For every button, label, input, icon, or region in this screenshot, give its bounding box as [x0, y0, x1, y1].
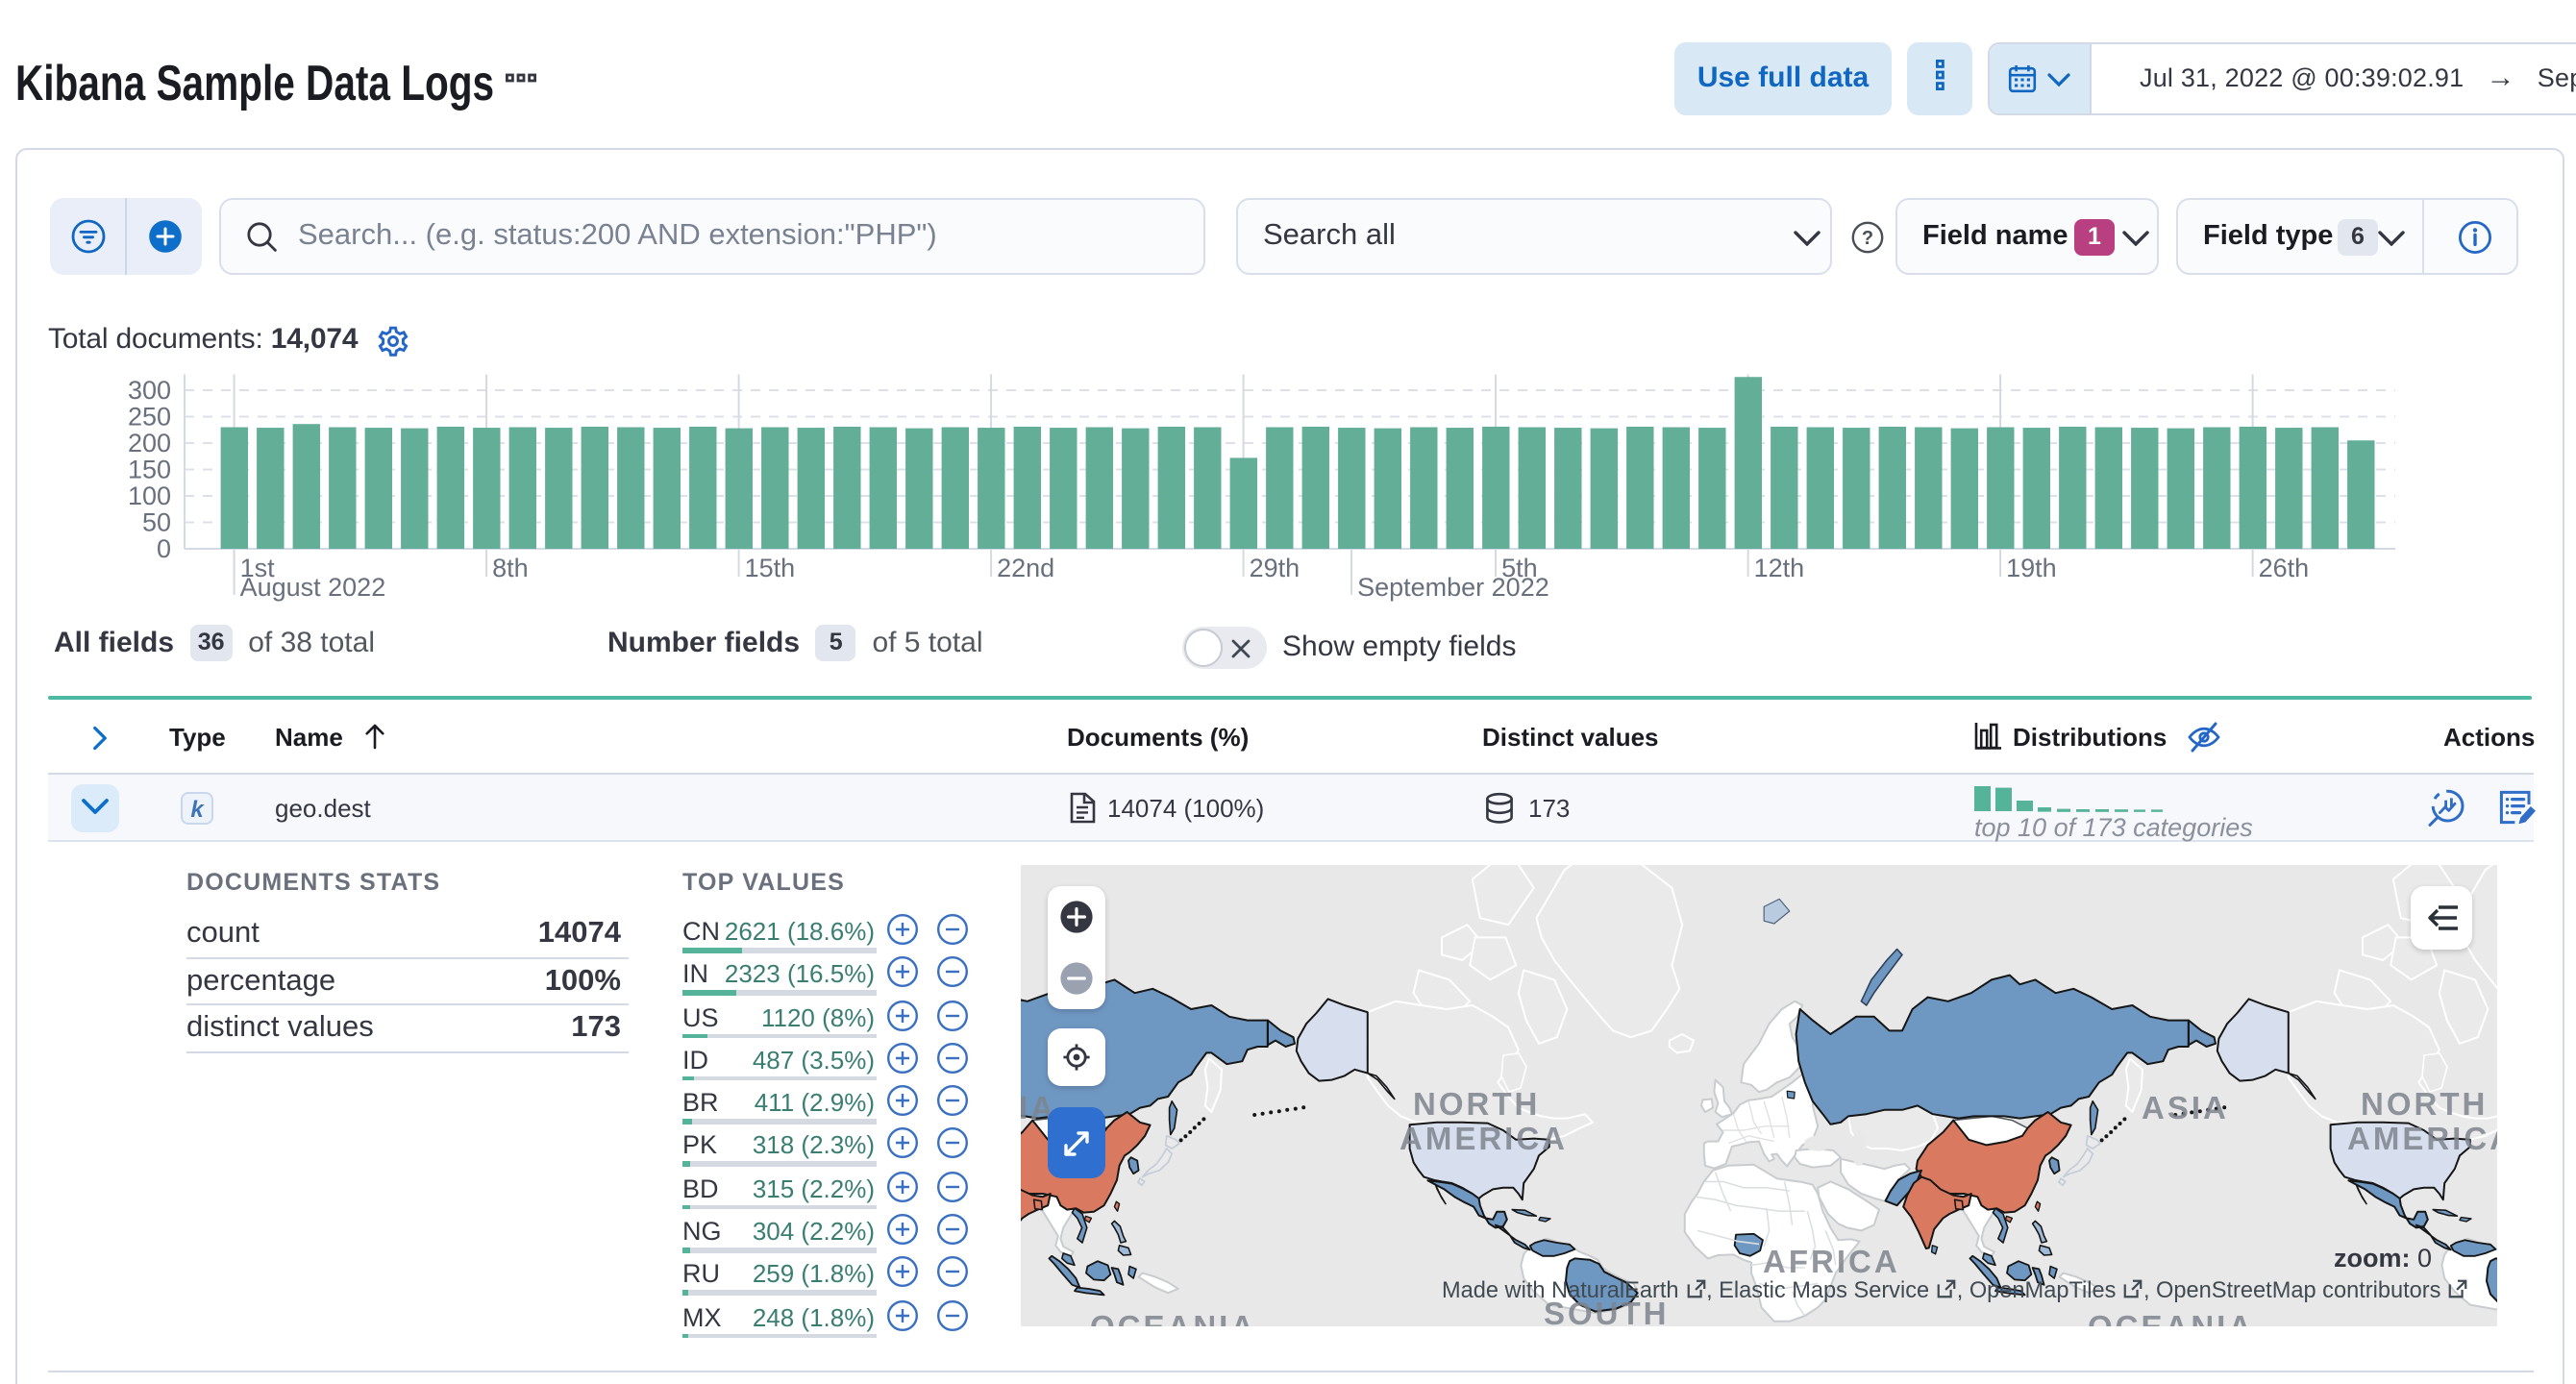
svg-text:200: 200	[128, 429, 171, 457]
svg-text:NORTH: NORTH	[1413, 1086, 1540, 1122]
svg-text:22nd: 22nd	[997, 554, 1054, 582]
svg-text:September 2022: September 2022	[1357, 573, 1549, 602]
svg-text:29th: 29th	[1250, 554, 1300, 582]
svg-text:August 2022: August 2022	[240, 573, 386, 602]
svg-text:NORTH: NORTH	[2361, 1086, 2488, 1122]
svg-text:ASIA: ASIA	[2142, 1090, 2229, 1125]
svg-text:150: 150	[128, 456, 171, 484]
svg-text:0: 0	[157, 534, 171, 563]
svg-text:12th: 12th	[1754, 554, 1805, 582]
svg-text:AMERICA: AMERICA	[2347, 1121, 2497, 1156]
svg-text:AMERICA: AMERICA	[1399, 1121, 1568, 1156]
svg-text:?: ?	[1862, 228, 1873, 249]
svg-text:OCEANIA: OCEANIA	[1090, 1309, 1256, 1326]
svg-text:OCEANIA: OCEANIA	[2088, 1309, 2254, 1326]
svg-text:19th: 19th	[2006, 554, 2057, 582]
svg-text:100: 100	[128, 482, 171, 510]
svg-text:250: 250	[128, 403, 171, 432]
svg-text:AFRICA: AFRICA	[1763, 1244, 1900, 1279]
svg-text:15th: 15th	[745, 554, 796, 582]
svg-text:300: 300	[128, 376, 171, 405]
svg-text:26th: 26th	[2259, 554, 2310, 582]
svg-text:50: 50	[142, 508, 171, 537]
svg-text:8th: 8th	[492, 554, 529, 582]
